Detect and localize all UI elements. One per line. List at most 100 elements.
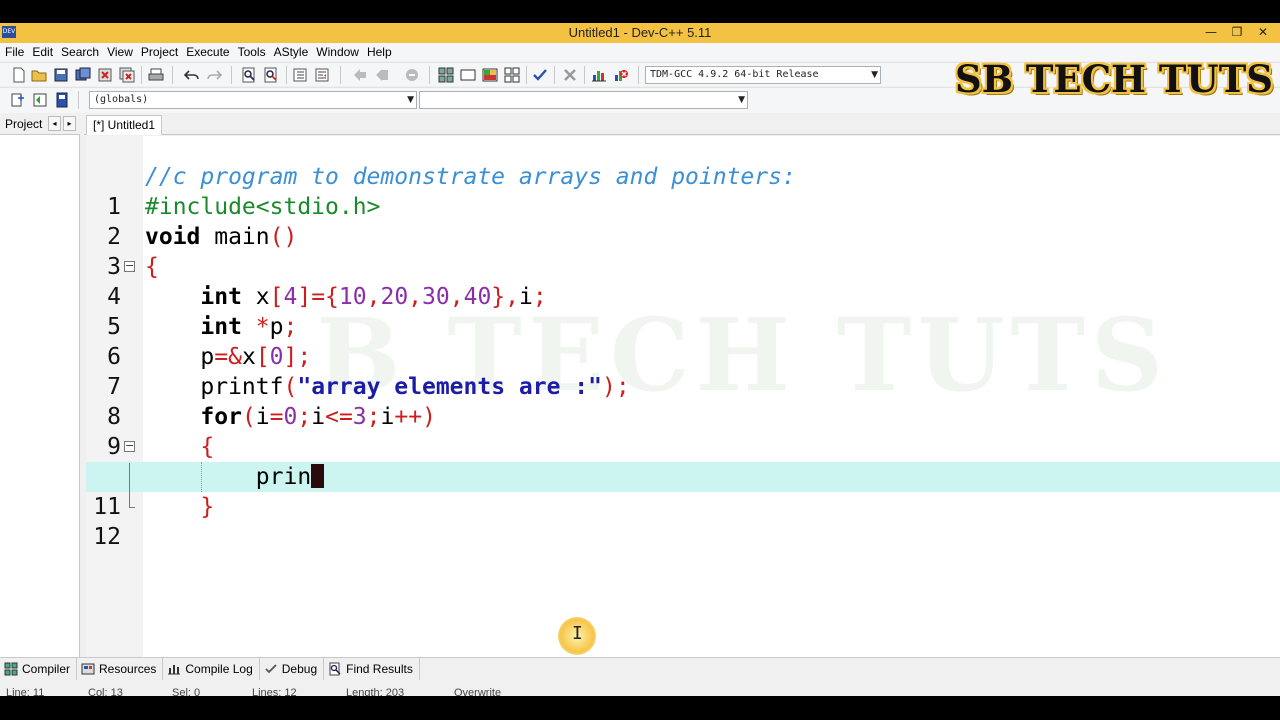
code-line[interactable]: 7 p=&x[0]; (86, 342, 1280, 400)
code-line[interactable]: 4 − { (86, 252, 1280, 310)
check-syntax-icon[interactable] (532, 67, 548, 83)
redo-icon[interactable] (206, 67, 222, 83)
save-icon[interactable] (53, 67, 69, 83)
number-token: 40 (463, 284, 492, 310)
close-all-icon[interactable] (119, 67, 135, 83)
code-editor[interactable]: B TECH TUTS 1 //c program to demonstrate… (86, 136, 1280, 657)
debug-check-icon (265, 664, 277, 674)
tab-compiler-label: Compiler (22, 662, 71, 676)
text-caret (311, 464, 325, 488)
number-token: 4 (283, 284, 298, 310)
code-line[interactable]: 9 for(i=0;i<=3;i++) (86, 402, 1280, 460)
code-line[interactable]: 12 } (86, 492, 1280, 550)
menu-search[interactable]: Search (57, 45, 103, 59)
menu-file[interactable]: File (1, 45, 28, 59)
code-line[interactable]: 10 − { (86, 432, 1280, 490)
menu-execute[interactable]: Execute (182, 45, 233, 59)
find-icon[interactable] (241, 67, 257, 83)
fold-toggle-icon[interactable]: − (124, 440, 135, 452)
tab-untitled1[interactable]: [*] Untitled1 (86, 115, 163, 135)
compiler-select[interactable]: TDM-GCC 4.9.2 64-bit Release ▼ (645, 66, 881, 84)
identifier-token: i (519, 284, 533, 310)
tab-find-results[interactable]: Find Results (324, 658, 420, 680)
menu-tools[interactable]: Tools (234, 45, 270, 59)
string-token: "array elements are :" (297, 374, 602, 400)
profile-chart-icon[interactable] (591, 67, 607, 83)
delete-profile-icon[interactable] (613, 67, 629, 83)
print-icon[interactable] (148, 67, 164, 83)
replace-icon[interactable] (263, 67, 279, 83)
number-token: 30 (422, 284, 450, 310)
goto-bookmark-icon[interactable] (54, 92, 70, 108)
tab-next-arrow[interactable]: ▸ (63, 116, 76, 131)
menu-project[interactable]: Project (137, 45, 182, 59)
stop-execution-icon[interactable] (562, 67, 578, 83)
status-col: Col: 13 (88, 687, 123, 696)
new-file-icon[interactable] (11, 67, 27, 83)
tab-compile-log-label: Compile Log (185, 662, 253, 676)
project-tab-label: Project (5, 117, 43, 131)
tab-debug[interactable]: Debug (260, 658, 325, 680)
resources-icon (81, 663, 95, 675)
class-browser-icon[interactable] (482, 67, 498, 83)
menu-edit[interactable]: Edit (28, 45, 57, 59)
fold-toggle-icon[interactable]: − (124, 260, 135, 272)
project-panel: Project ◂ ▸ (0, 114, 80, 657)
title-bar: DEV Untitled1 - Dev-C++ 5.11 — ❐ ✕ (0, 23, 1280, 43)
code-line[interactable]: 5 int x[4]={10,20,30,40},i; (86, 282, 1280, 340)
code-line[interactable]: 3 void main() (86, 222, 1280, 280)
tab-compiler[interactable]: Compiler (0, 658, 78, 680)
status-lines: Lines: 12 (252, 687, 297, 696)
symbol-token: ; (366, 404, 381, 430)
restore-button[interactable]: ❐ (1224, 23, 1250, 43)
bookmark-next-icon[interactable] (374, 67, 390, 83)
indent-icon[interactable] (292, 67, 308, 83)
tab-resources[interactable]: Resources (77, 658, 164, 680)
project-tab[interactable]: Project ◂ ▸ (0, 114, 80, 135)
tab-prev-arrow[interactable]: ◂ (48, 116, 61, 131)
scope-select[interactable]: (globals) ▼ (89, 91, 417, 109)
tile-windows-icon[interactable] (504, 67, 520, 83)
open-file-icon[interactable] (31, 67, 47, 83)
keyword-token: int (200, 314, 242, 340)
unindent-icon[interactable] (314, 67, 330, 83)
identifier-token: x (241, 284, 270, 310)
menu-help[interactable]: Help (363, 45, 396, 59)
status-mode: Overwrite (454, 687, 502, 696)
identifier-token: i (380, 404, 395, 430)
chevron-down-icon: ▼ (738, 95, 745, 105)
ibeam-cursor-icon: I (572, 623, 583, 644)
save-all-icon[interactable] (75, 67, 91, 83)
identifier-token: p (200, 344, 215, 370)
fullscreen-icon[interactable] (460, 67, 476, 83)
symbol-token: [ (255, 344, 270, 370)
symbol-token: } (200, 494, 215, 520)
code-line[interactable]: 8 printf("array elements are :"); (86, 372, 1280, 430)
code-line[interactable]: 6 int *p; (86, 312, 1280, 370)
menu-window[interactable]: Window (312, 45, 363, 59)
undo-icon[interactable] (184, 67, 200, 83)
goto-line-icon[interactable] (404, 67, 420, 83)
symbol-token: <= (325, 404, 353, 430)
project-new-icon[interactable] (438, 67, 454, 83)
close-button[interactable]: ✕ (1250, 23, 1276, 43)
tab-compile-log[interactable]: Compile Log (163, 658, 260, 680)
member-select[interactable]: ▼ (419, 91, 748, 109)
toggle-bookmark-icon[interactable] (32, 92, 48, 108)
code-line[interactable]: 2 #include<stdio.h> (86, 192, 1280, 250)
menu-astyle[interactable]: AStyle (270, 45, 313, 59)
tab-debug-label: Debug (281, 662, 318, 676)
bookmark-prev-icon[interactable] (352, 67, 368, 83)
current-code-line[interactable]: 11 prin (86, 462, 1280, 520)
number-token: 0 (269, 344, 284, 370)
insert-icon[interactable] (10, 92, 26, 108)
tab-find-results-label: Find Results (346, 662, 413, 676)
close-file-icon[interactable] (97, 67, 113, 83)
minimize-button[interactable]: — (1198, 23, 1224, 43)
symbol-token: ; (297, 404, 312, 430)
symbol-token: ( (283, 374, 298, 400)
scope-select-value: (globals) (94, 94, 149, 105)
code-line[interactable]: 1 //c program to demonstrate arrays and … (86, 162, 1280, 220)
menu-view[interactable]: View (103, 45, 137, 59)
identifier-token: printf (200, 374, 284, 400)
